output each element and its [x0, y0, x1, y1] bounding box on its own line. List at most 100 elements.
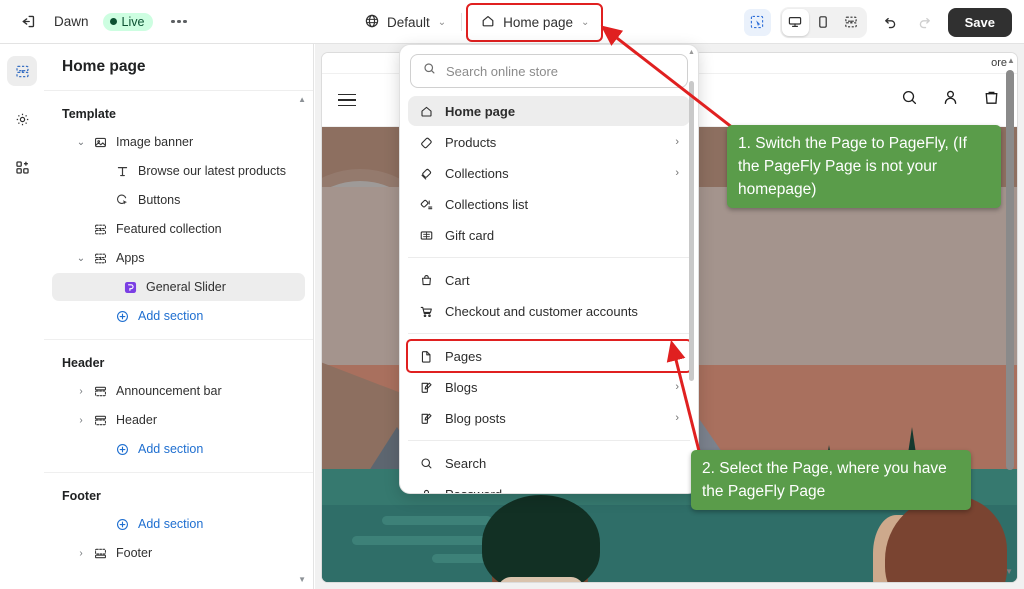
- sidebar-item-label: Add section: [138, 309, 204, 323]
- chevron-right-icon[interactable]: ›: [675, 412, 679, 424]
- menu-item-label: Password: [445, 486, 503, 494]
- preview-scroll-down-caret[interactable]: ▼: [1005, 567, 1013, 576]
- header-section-icon: [91, 384, 109, 399]
- exit-icon[interactable]: [14, 9, 40, 35]
- sidebar-scroll-region[interactable]: ▲ Template ⌄ Image banner Browse our latest…: [44, 91, 313, 589]
- dropdown-search-wrap: Search online store: [400, 45, 698, 95]
- menu-item-home-page[interactable]: Home page: [408, 96, 690, 126]
- section-icon: [91, 251, 109, 266]
- sidebar-item-footer[interactable]: › Footer: [52, 539, 305, 567]
- menu-item-password[interactable]: Password: [408, 479, 690, 494]
- button-cursor-icon: [113, 193, 131, 208]
- home-icon: [480, 13, 496, 32]
- dropdown-scroll-up-caret[interactable]: ▲: [688, 49, 695, 56]
- page-selector-label: Home page: [503, 14, 573, 30]
- chevron-right-icon[interactable]: ›: [74, 415, 88, 426]
- page-title: Home page: [62, 58, 146, 75]
- scroll-up-caret[interactable]: ▲: [298, 95, 306, 104]
- sidebar-item-general-slider[interactable]: General Slider: [52, 273, 305, 301]
- menu-item-pages[interactable]: Pages ›: [406, 339, 692, 373]
- storefront-search-icon[interactable]: [900, 88, 919, 112]
- toolbar-divider: [461, 13, 463, 31]
- checkout-cart-icon: [417, 304, 436, 319]
- storefront-hamburger-icon[interactable]: [338, 93, 356, 107]
- collection-icon: [417, 166, 436, 181]
- ellipsis-icon[interactable]: [167, 15, 191, 29]
- top-bar-right: Save: [743, 0, 1012, 44]
- menu-item-checkout-and-customer-accounts[interactable]: Checkout and customer accounts: [408, 296, 690, 326]
- sidebar-item-image-banner[interactable]: ⌄ Image banner: [52, 128, 305, 156]
- sidebar-item-header[interactable]: › Header: [52, 406, 305, 434]
- sidebar-item-buttons[interactable]: Buttons: [52, 186, 305, 214]
- sidebar-item-announcement-bar[interactable]: › Announcement bar: [52, 377, 305, 405]
- preview-scroll-thumb[interactable]: [1006, 70, 1014, 470]
- menu-item-label: Collections: [445, 165, 509, 181]
- chevron-right-icon[interactable]: ›: [675, 136, 679, 148]
- menu-item-label: Checkout and customer accounts: [445, 303, 638, 319]
- menu-divider: [408, 440, 690, 441]
- sidebar-item-label: General Slider: [146, 280, 226, 294]
- plus-circle-icon: [113, 442, 131, 457]
- globe-icon: [364, 13, 380, 32]
- sidebar-group: Template ⌄ Image banner Browse our latest p…: [44, 91, 313, 340]
- chevron-right-icon[interactable]: ›: [675, 350, 679, 362]
- chevron-right-icon[interactable]: ›: [74, 386, 88, 397]
- preview-scrollbar[interactable]: ▲: [1006, 56, 1015, 526]
- save-button[interactable]: Save: [947, 7, 1012, 37]
- image-banner-icon: [91, 135, 109, 150]
- header-section-icon: [91, 413, 109, 428]
- left-icon-rail: [0, 44, 45, 589]
- sidebar-item-add-section[interactable]: Add section: [52, 435, 305, 463]
- menu-item-blogs[interactable]: Blogs ›: [408, 372, 690, 402]
- chevron-right-icon[interactable]: ›: [675, 381, 679, 393]
- sidebar-item-label: Buttons: [138, 193, 181, 207]
- inspector-cursor-icon[interactable]: [743, 8, 771, 36]
- menu-item-label: Gift card: [445, 227, 495, 243]
- dropdown-scroll-thumb[interactable]: [689, 81, 694, 381]
- gift-card-icon: [417, 228, 436, 243]
- sections-icon[interactable]: [7, 56, 37, 86]
- sidebar-item-apps[interactable]: ⌄ Apps: [52, 244, 305, 272]
- page-file-icon: [417, 349, 436, 364]
- hero-person-hair: [482, 495, 600, 582]
- storefront-cart-icon[interactable]: [982, 88, 1001, 112]
- pagefly-app-icon: [121, 280, 139, 295]
- menu-item-gift-card[interactable]: Gift card: [408, 220, 690, 250]
- chevron-right-icon[interactable]: ›: [74, 548, 88, 559]
- collections-list-icon: [417, 197, 436, 212]
- sidebar-item-browse-our-latest-products[interactable]: Browse our latest products: [52, 157, 305, 185]
- menu-item-collections[interactable]: Collections ›: [408, 158, 690, 188]
- settings-gear-icon[interactable]: [7, 104, 37, 134]
- fullwidth-icon[interactable]: [838, 9, 865, 36]
- menu-item-search[interactable]: Search: [408, 448, 690, 478]
- page-selector[interactable]: Home page ⌄: [471, 8, 598, 37]
- page-selector-highlight: Home page ⌄: [466, 2, 604, 42]
- menu-item-collections-list[interactable]: Collections list: [408, 189, 690, 219]
- live-dot-icon: [109, 18, 117, 25]
- preview-scroll-up-caret[interactable]: ▲: [1007, 56, 1015, 65]
- sidebar-group: Header › Announcement bar › Header Add sectio…: [44, 340, 313, 473]
- menu-item-cart[interactable]: Cart: [408, 265, 690, 295]
- plus-circle-icon: [113, 309, 131, 324]
- scroll-down-caret[interactable]: ▼: [298, 575, 306, 584]
- sidebar-item-add-section[interactable]: Add section: [52, 302, 305, 330]
- chevron-right-icon[interactable]: ›: [675, 167, 679, 179]
- undo-icon[interactable]: [876, 9, 903, 36]
- sidebar-item-featured-collection[interactable]: Featured collection: [52, 215, 305, 243]
- hero-water-ripple: [382, 516, 492, 525]
- search-input[interactable]: Search online store: [410, 54, 688, 88]
- mobile-icon[interactable]: [810, 9, 837, 36]
- sidebar-item-label: Image banner: [116, 135, 194, 149]
- storefront-account-icon[interactable]: [941, 88, 960, 112]
- menu-item-label: Home page: [445, 103, 516, 119]
- dropdown-scrollbar[interactable]: ▲: [688, 49, 695, 485]
- desktop-icon[interactable]: [781, 8, 809, 36]
- chevron-down-icon[interactable]: ⌄: [74, 253, 88, 264]
- chevron-down-icon[interactable]: ⌄: [74, 137, 88, 148]
- menu-item-blog-posts[interactable]: Blog posts ›: [408, 403, 690, 433]
- apps-blocks-icon[interactable]: [7, 152, 37, 182]
- market-selector[interactable]: Default ⌄: [355, 8, 455, 37]
- menu-item-products[interactable]: Products ›: [408, 127, 690, 157]
- sidebar-item-add-section[interactable]: Add section: [52, 510, 305, 538]
- preview-header-icons: [900, 88, 1001, 112]
